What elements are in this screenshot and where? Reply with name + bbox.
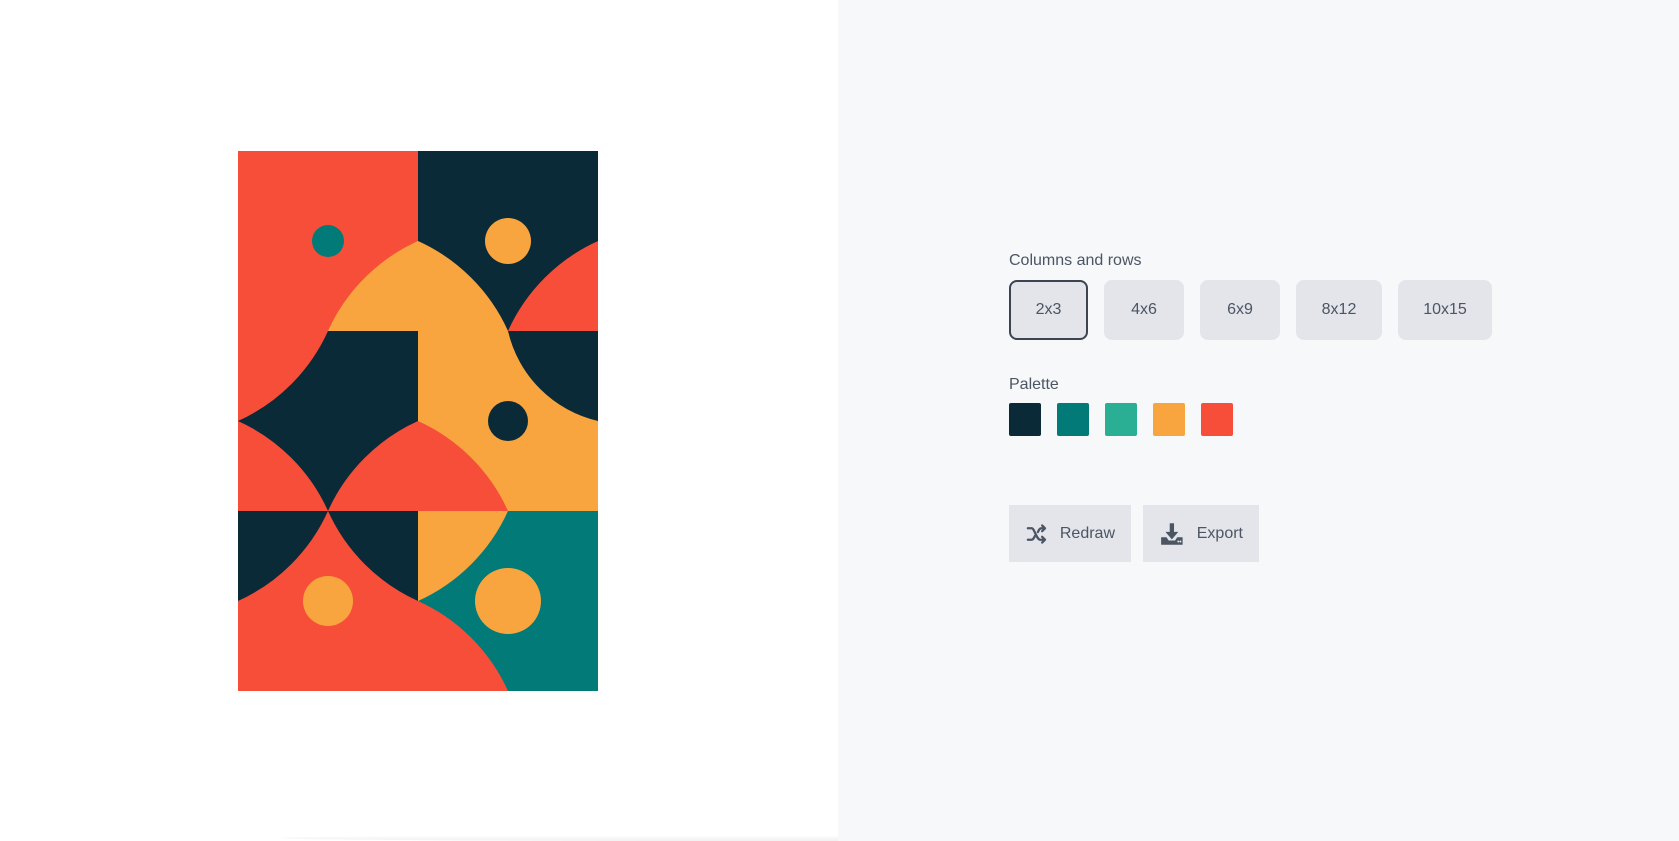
grid-6x9-button[interactable]: 6x9 xyxy=(1200,280,1280,340)
grid-2x3-button[interactable]: 2x3 xyxy=(1009,280,1088,340)
artwork-canvas xyxy=(238,151,598,691)
redraw-button[interactable]: Redraw xyxy=(1009,505,1131,562)
export-button[interactable]: Export xyxy=(1143,505,1259,562)
grid-8x12-button[interactable]: 8x12 xyxy=(1296,280,1382,340)
circle-navy xyxy=(488,401,528,441)
grid-size-label: Columns and rows xyxy=(1009,252,1142,269)
grid-10x15-button[interactable]: 10x15 xyxy=(1398,280,1492,340)
palette-swatch-green[interactable] xyxy=(1105,403,1137,436)
canvas-pane xyxy=(0,0,1180,841)
export-label: Export xyxy=(1196,524,1243,542)
shuffle-icon xyxy=(1026,523,1047,544)
circle-orange-bottom-right xyxy=(475,568,541,634)
palette-swatch-red[interactable] xyxy=(1201,403,1233,436)
grid-4x6-button[interactable]: 4x6 xyxy=(1104,280,1184,340)
palette-label: Palette xyxy=(1009,376,1059,393)
palette-swatch-teal[interactable] xyxy=(1057,403,1089,436)
palette-swatch-orange[interactable] xyxy=(1153,403,1185,436)
download-icon xyxy=(1161,522,1183,545)
circle-orange-top xyxy=(485,218,531,264)
redraw-label: Redraw xyxy=(1059,524,1115,542)
controls-panel xyxy=(838,0,1679,841)
palette-swatch-navy[interactable] xyxy=(1009,403,1041,436)
circle-teal xyxy=(312,225,344,257)
circle-orange-bottom-left xyxy=(303,576,353,626)
